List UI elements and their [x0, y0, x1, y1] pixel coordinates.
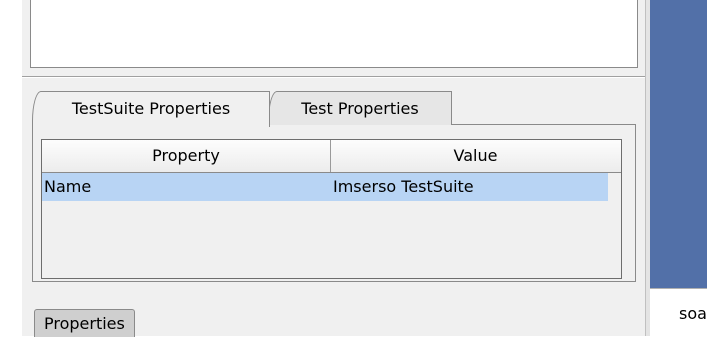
left-strip — [0, 0, 22, 336]
table-header: Property Value — [42, 140, 621, 173]
tab-label: TestSuite Properties — [71, 99, 231, 118]
properties-toggle-button[interactable]: Properties — [34, 309, 135, 337]
table-row[interactable]: Name Imserso TestSuite — [42, 173, 608, 201]
tab-test-properties[interactable]: Test Properties — [268, 91, 452, 125]
cell-value[interactable]: Imserso TestSuite — [333, 173, 474, 201]
tab-testsuite-properties[interactable]: TestSuite Properties — [32, 91, 270, 127]
properties-label: Properties — [44, 314, 125, 333]
cell-property[interactable]: Name — [44, 173, 91, 201]
right-panel-bottom: soa — [650, 288, 707, 337]
right-panel-blue — [650, 0, 707, 288]
properties-table: Property Value Name Imserso TestSuite — [41, 139, 622, 279]
top-pane — [30, 0, 638, 68]
column-header-property[interactable]: Property — [42, 140, 331, 172]
properties-panel: Test Properties TestSuite Properties Pro… — [22, 0, 645, 337]
right-panel-text: soa — [679, 304, 707, 323]
tab-label: Test Properties — [301, 99, 419, 118]
column-header-value[interactable]: Value — [331, 140, 620, 172]
tab-content: Property Value Name Imserso TestSuite — [32, 124, 636, 282]
splitter[interactable] — [22, 76, 645, 78]
